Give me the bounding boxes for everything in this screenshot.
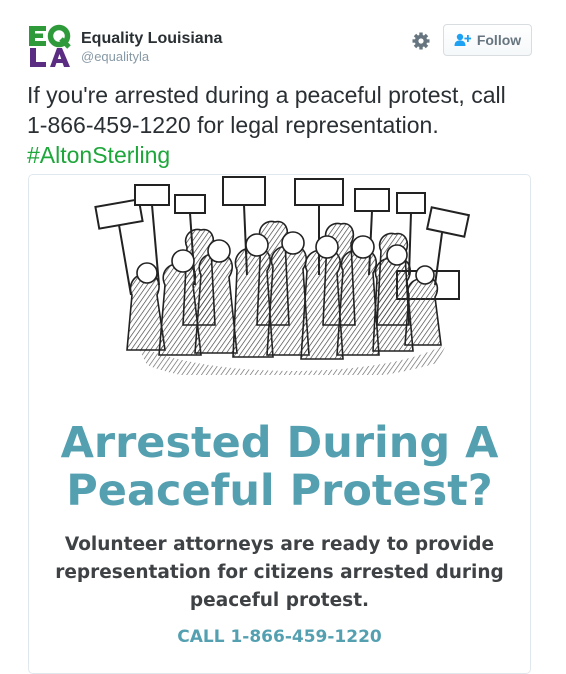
poster-headline: Peaceful Protest? [66,466,493,516]
poster-body-line: peaceful protest. [189,590,370,611]
poster-call-number: CALL 1-866-459-1220 [177,627,382,647]
add-person-icon [454,33,471,47]
poster-body-line: representation for citizens arrested dur… [55,562,504,583]
poster-headline: Arrested During A [60,418,499,468]
poster-body: Volunteer attorneys are ready to provide… [29,531,530,615]
avatar[interactable] [27,23,73,69]
tweet-text-line: 1-866-459-1220 for legal representation. [27,112,439,138]
user-handle[interactable]: @equalityla [81,49,149,64]
tweet-text-line: If you're arrested during a peaceful pro… [27,82,506,108]
gear-icon[interactable] [411,31,431,51]
display-name[interactable]: Equality Louisiana [81,30,222,48]
tweet-text: If you're arrested during a peaceful pro… [27,80,542,170]
follow-label: Follow [476,32,522,48]
hashtag-link[interactable]: #AltonSterling [27,140,542,170]
protest-crowd-illustration [94,176,471,375]
media-image[interactable]: Arrested During A Peaceful Protest? Volu… [28,174,531,674]
follow-button[interactable]: Follow [443,24,532,56]
poster-body-line: Volunteer attorneys are ready to provide [64,534,495,555]
tweet-card: Equality Louisiana @equalityla Follow If… [0,0,566,674]
